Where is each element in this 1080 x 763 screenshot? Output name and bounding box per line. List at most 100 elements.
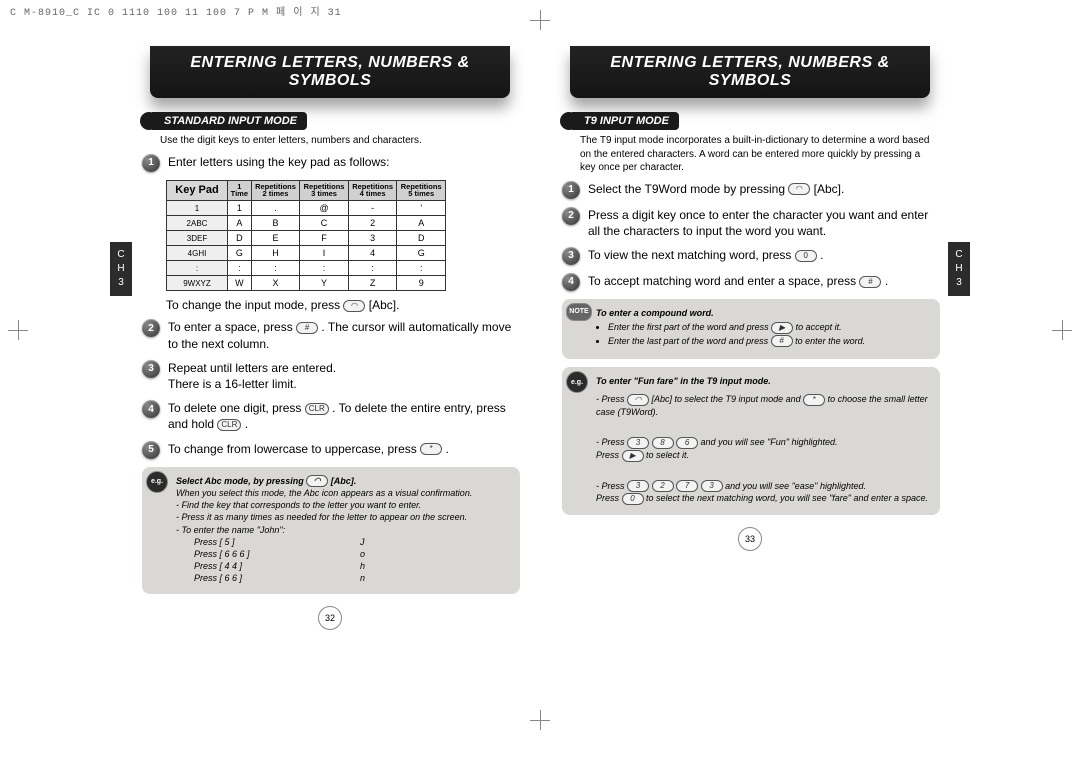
star-key-icon: * [420,443,442,455]
page-banner: ENTERING LETTERS, NUMBERS & SYMBOLS [150,46,510,98]
step-badge: 3 [562,247,580,265]
table-row: 9WXYZWXYZ9 [167,276,446,291]
page-banner: ENTERING LETTERS, NUMBERS & SYMBOLS [570,46,930,98]
eg-badge-icon: e.g. [146,471,168,493]
digit-key-icon: 3 [701,480,723,492]
table-row: 2ABCABC2A [167,216,446,231]
step-badge: 4 [142,400,160,418]
nav-right-icon: ▶ [622,450,644,462]
step-badge: 2 [142,319,160,337]
digit-key-icon: 7 [676,480,698,492]
hash-key-icon: # [859,276,881,288]
example-line: - Press 3 2 7 3 and you will see "ease" … [596,468,930,505]
step-text: To change from lowercase to uppercase, p… [168,441,518,457]
chapter-tab: C H 3 [948,242,970,296]
step-2: 2 To enter a space, press # . The cursor… [142,319,518,351]
table-row: 4GHIGHI4G [167,246,446,261]
digit-key-icon: 3 [627,437,649,449]
softkey-icon: ◠ [306,475,328,487]
page-number: 32 [318,606,342,630]
table-row: Key Pad 1 Time Repetitions 2 times Repet… [167,180,446,201]
step-1: 1 Select the T9Word mode by pressing ◠ [… [562,181,938,199]
table-row: 11.@-' [167,201,446,216]
change-mode-note: To change the input mode, press ◠ [Abc]. [166,297,518,313]
example-lead: To enter "Fun fare" in the T9 input mode… [596,375,930,387]
example-line: - Find the key that corresponds to the l… [176,499,510,511]
step-badge: 3 [142,360,160,378]
note-lead: To enter a compound word. [596,307,930,319]
col-rep4: Repetitions 4 times [348,180,397,201]
bullet-icon [140,112,158,130]
step-1: 1 Enter letters using the key pad as fol… [142,154,518,172]
step-text: Enter letters using the key pad as follo… [168,154,518,170]
section-intro: Use the digit keys to enter letters, num… [160,134,518,148]
col-rep2: Repetitions 2 times [251,180,300,201]
clr-key-icon: CLR [217,419,241,431]
example-box: e.g. To enter "Fun fare" in the T9 input… [562,367,940,515]
softkey-icon: ◠ [343,300,365,312]
step-text: Press a digit key once to enter the char… [588,207,938,239]
table-row: 3DEFDEF3D [167,231,446,246]
step-text: To delete one digit, press CLR . To dele… [168,400,518,432]
col-1time: 1 Time [228,180,252,201]
note-box: NOTE To enter a compound word. Enter the… [562,299,940,359]
step-badge: 5 [142,441,160,459]
step-text: To accept matching word and enter a spac… [588,273,938,289]
step-3: 3 Repeat until letters are entered. Ther… [142,360,518,392]
col-keypad: Key Pad [167,180,228,201]
softkey-icon: ◠ [788,183,810,195]
digit-key-icon: 2 [652,480,674,492]
hash-key-icon: # [771,335,793,347]
note-line: Enter the first part of the word and pre… [608,321,930,334]
page-right: C H 3 ENTERING LETTERS, NUMBERS & SYMBOL… [540,22,960,634]
step-badge: 1 [562,181,580,199]
table-row: :::::: [167,261,446,276]
step-2: 2 Press a digit key once to enter the ch… [562,207,938,239]
note-badge-icon: NOTE [566,303,592,321]
section-header: T9 INPUT MODE [560,112,940,130]
digit-key-icon: 6 [676,437,698,449]
example-line: - Press it as many times as needed for t… [176,511,510,523]
eg-badge-icon: e.g. [566,371,588,393]
note-line: Enter the last part of the word and pres… [608,335,930,348]
space-key-icon: # [296,322,318,334]
example-lead: Select Abc mode, by pressing ◠ [Abc]. [176,475,510,488]
example-line: - Press ◠ [Abc] to select the T9 input m… [596,393,930,418]
page-number: 33 [738,527,762,551]
step-4: 4 To accept matching word and enter a sp… [562,273,938,291]
step-text: To view the next matching word, press 0 … [588,247,938,263]
step-3: 3 To view the next matching word, press … [562,247,938,265]
section-intro: The T9 input mode incorporates a built-i… [580,134,938,175]
col-rep3: Repetitions 3 times [300,180,349,201]
step-badge: 1 [142,154,160,172]
bullet-icon [560,112,578,130]
step-4: 4 To delete one digit, press CLR . To de… [142,400,518,432]
page-left: C H 3 ENTERING LETTERS, NUMBERS & SYMBOL… [120,22,540,634]
step-badge: 2 [562,207,580,225]
step-text: To enter a space, press # . The cursor w… [168,319,518,351]
section-label: T9 INPUT MODE [572,112,679,130]
digit-key-icon: 8 [652,437,674,449]
cropmark-icon [530,710,550,730]
chapter-tab: C H 3 [110,242,132,296]
col-rep5: Repetitions 5 times [397,180,446,201]
manual-spread: C H 3 ENTERING LETTERS, NUMBERS & SYMBOL… [0,22,1080,634]
digit-key-icon: 3 [627,480,649,492]
star-key-icon: * [803,394,825,406]
step-text: Repeat until letters are entered. There … [168,360,518,392]
nav-right-icon: ▶ [771,322,793,334]
step-text: Select the T9Word mode by pressing ◠ [Ab… [588,181,938,197]
step-5: 5 To change from lowercase to uppercase,… [142,441,518,459]
clr-key-icon: CLR [305,403,329,415]
press-sequence: Press [ 5 ]J Press [ 6 6 6 ]o Press [ 4 … [194,536,510,585]
zero-key-icon: 0 [622,493,644,505]
example-line: When you select this mode, the Abc icon … [176,487,510,499]
softkey-icon: ◠ [627,394,649,406]
section-label: STANDARD INPUT MODE [152,112,307,130]
example-line: - Press 3 8 6 and you will see "Fun" hig… [596,424,930,461]
zero-key-icon: 0 [795,250,817,262]
keypad-table: Key Pad 1 Time Repetitions 2 times Repet… [166,180,446,292]
step-badge: 4 [562,273,580,291]
section-header: STANDARD INPUT MODE [140,112,520,130]
example-box: e.g. Select Abc mode, by pressing ◠ [Abc… [142,467,520,595]
